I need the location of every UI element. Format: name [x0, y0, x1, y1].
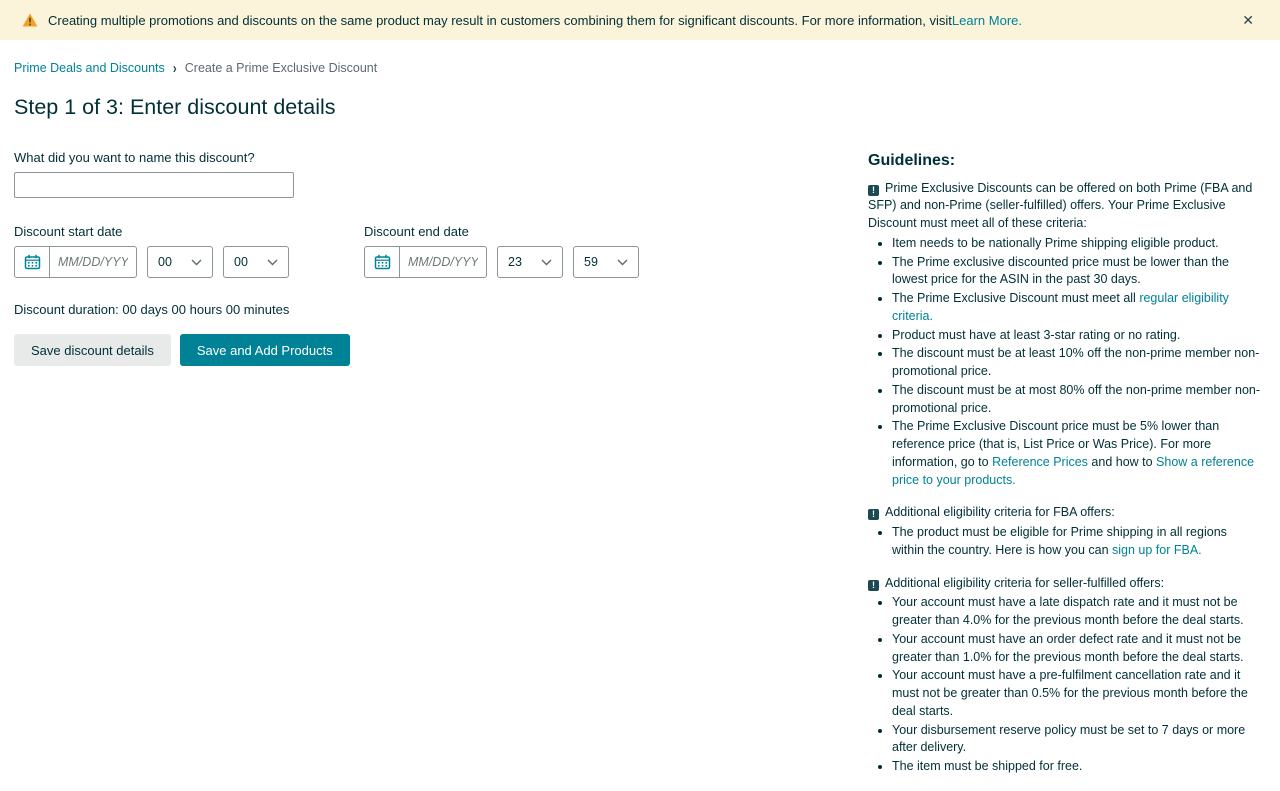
page-content: Prime Deals and Discounts › Create a Pri… — [0, 61, 1280, 791]
button-row: Save discount details Save and Add Produ… — [14, 334, 868, 366]
info-icon: ! — [868, 185, 879, 196]
end-date-label: Discount end date — [364, 224, 639, 239]
guidelines-heading: Guidelines: — [868, 150, 1262, 173]
guideline-item: Item needs to be nationally Prime shippi… — [892, 235, 1262, 253]
end-hour-select[interactable]: 23 — [497, 246, 563, 278]
warning-icon — [22, 13, 38, 27]
guideline-item: The product must be eligible for Prime s… — [892, 524, 1262, 560]
guideline-item: Your account must have a late dispatch r… — [892, 594, 1262, 630]
end-date-group: Discount end date — [364, 224, 639, 278]
chevron-down-icon — [191, 255, 202, 269]
guideline-item: The Prime exclusive discounted price mus… — [892, 254, 1262, 290]
end-hour-value: 23 — [508, 255, 522, 269]
start-minute-select[interactable]: 00 — [223, 246, 289, 278]
guideline-item: The discount must be at most 80% off the… — [892, 382, 1262, 418]
discount-duration-text: Discount duration: 00 days 00 hours 00 m… — [14, 302, 868, 317]
close-icon[interactable]: ✕ — [1238, 11, 1258, 29]
guidelines-section-fba: ! Additional eligibility criteria for FBA… — [868, 504, 1262, 559]
guidelines-list: Item needs to be nationally Prime shippi… — [868, 235, 1262, 490]
calendar-icon[interactable] — [364, 246, 400, 278]
chevron-down-icon — [541, 255, 552, 269]
guidelines-sf-list: Your account must have a late dispatch r… — [868, 594, 1262, 776]
guidelines-fba-intro-text: Additional eligibility criteria for FBA … — [885, 505, 1115, 519]
breadcrumb-link-prime-deals[interactable]: Prime Deals and Discounts — [14, 61, 165, 75]
learn-more-link[interactable]: Learn More. — [952, 13, 1022, 28]
banner-text: Creating multiple promotions and discoun… — [48, 13, 952, 28]
start-date-group: Discount start date — [14, 224, 289, 278]
guidelines-fba-list: The product must be eligible for Prime s… — [868, 524, 1262, 560]
guidelines-sf-intro: ! Additional eligibility criteria for sel… — [868, 575, 1262, 593]
info-icon: ! — [868, 509, 879, 520]
guideline-item: The discount must be at least 10% off th… — [892, 345, 1262, 381]
guidelines-intro: !Prime Exclusive Discounts can be offere… — [868, 180, 1262, 233]
end-minute-select[interactable]: 59 — [573, 246, 639, 278]
start-date-input[interactable] — [49, 246, 137, 278]
guidelines-sf-intro-text: Additional eligibility criteria for sell… — [885, 576, 1164, 590]
start-date-fields: 00 00 — [14, 246, 289, 278]
breadcrumb: Prime Deals and Discounts › Create a Pri… — [14, 61, 1280, 75]
discount-form: What did you want to name this discount?… — [14, 150, 868, 791]
save-discount-details-button[interactable]: Save discount details — [14, 334, 171, 366]
sign-up-for-fba-link[interactable]: sign up for FBA. — [1112, 543, 1202, 557]
guideline-item: Your account must have an order defect r… — [892, 631, 1262, 667]
guideline-item: The Prime Exclusive Discount price must … — [892, 418, 1262, 489]
guideline-item: The Prime Exclusive Discount must meet a… — [892, 290, 1262, 326]
start-minute-value: 00 — [234, 255, 248, 269]
discount-name-label: What did you want to name this discount? — [14, 150, 868, 165]
discount-name-input[interactable] — [14, 172, 294, 198]
start-hour-value: 00 — [158, 255, 172, 269]
calendar-icon[interactable] — [14, 246, 50, 278]
chevron-down-icon — [267, 255, 278, 269]
start-hour-select[interactable]: 00 — [147, 246, 213, 278]
guideline-item: Your account must have a pre-fulfilment … — [892, 667, 1262, 720]
guideline-item: Product must have at least 3-star rating… — [892, 327, 1262, 345]
start-date-label: Discount start date — [14, 224, 289, 239]
guideline-item: Your disbursement reserve policy must be… — [892, 722, 1262, 758]
warning-banner: Creating multiple promotions and discoun… — [0, 0, 1280, 40]
info-icon: ! — [868, 580, 879, 591]
dates-row: Discount start date — [14, 224, 868, 278]
guideline-item: The item must be shipped for free. — [892, 758, 1262, 776]
end-date-fields: 23 59 — [364, 246, 639, 278]
guidelines-fba-intro: ! Additional eligibility criteria for FBA… — [868, 504, 1262, 522]
main-area: What did you want to name this discount?… — [14, 150, 1280, 791]
chevron-right-icon: › — [173, 60, 177, 77]
reference-prices-link[interactable]: Reference Prices — [992, 455, 1088, 469]
breadcrumb-current: Create a Prime Exclusive Discount — [185, 61, 377, 75]
end-minute-value: 59 — [584, 255, 598, 269]
chevron-down-icon — [617, 255, 628, 269]
page-title: Step 1 of 3: Enter discount details — [14, 95, 1280, 120]
guidelines-panel: Guidelines: !Prime Exclusive Discounts c… — [868, 150, 1262, 791]
guidelines-section-seller-fulfilled: ! Additional eligibility criteria for sel… — [868, 575, 1262, 776]
guidelines-intro-text: Prime Exclusive Discounts can be offered… — [868, 181, 1252, 231]
save-and-add-products-button[interactable]: Save and Add Products — [180, 334, 350, 366]
end-date-input[interactable] — [399, 246, 487, 278]
guidelines-section-general: !Prime Exclusive Discounts can be offere… — [868, 180, 1262, 490]
